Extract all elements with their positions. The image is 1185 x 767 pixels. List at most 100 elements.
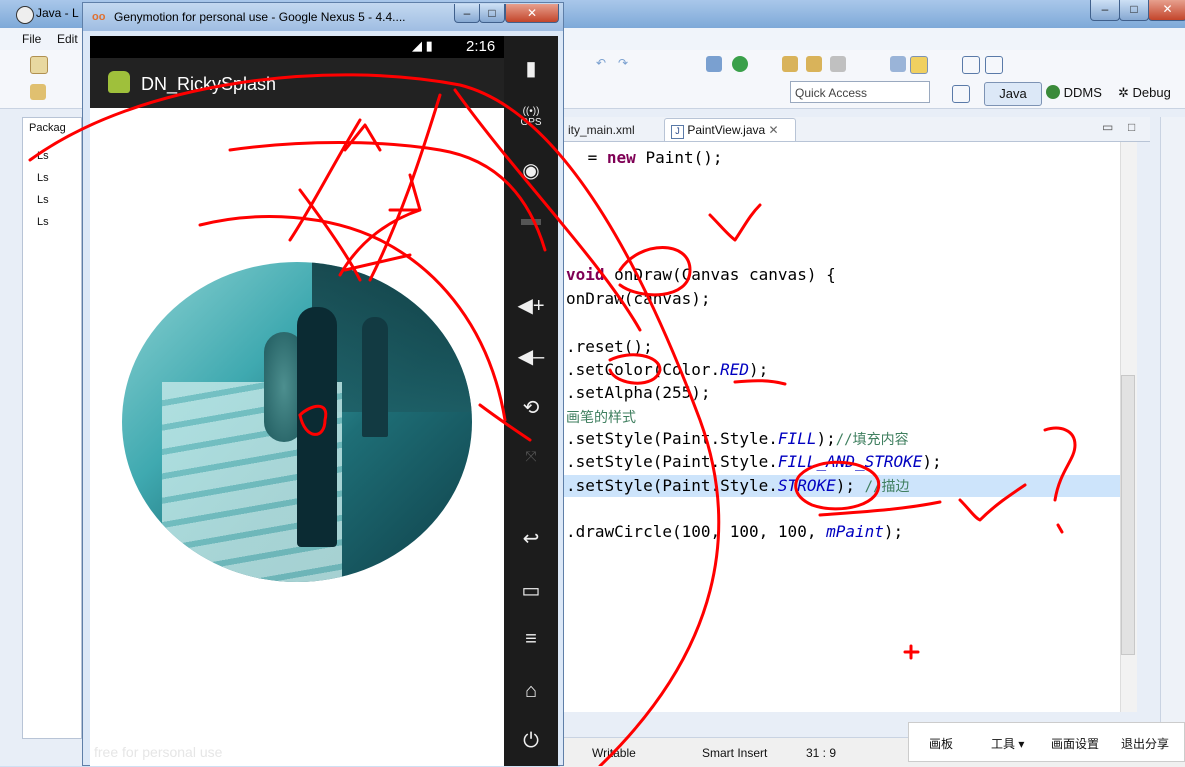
perspective-ddms[interactable]: DDMS	[1046, 82, 1102, 104]
package-explorer-tab[interactable]: Packag	[29, 122, 66, 134]
project-item[interactable]: Ls	[37, 172, 49, 184]
quick-access-input[interactable]: Quick Access	[790, 81, 930, 103]
open-perspective-icon[interactable]	[952, 85, 970, 103]
status-time: 2:16	[466, 38, 496, 55]
code-text: .setStyle(Paint.Style.	[566, 429, 778, 448]
volume-up-icon[interactable]: ◀+	[504, 293, 558, 318]
rotate-icon[interactable]: ⟲	[504, 395, 558, 420]
code-line: .setStyle(Paint.Style.FILL_AND_STROKE);	[566, 452, 942, 471]
genymotion-icon: oo	[92, 11, 106, 23]
eclipse-window-title: Java - L	[36, 6, 79, 20]
maximize-button[interactable]: □	[1119, 0, 1149, 21]
code-comment: 画笔的样式	[566, 410, 636, 426]
search-icon[interactable]	[806, 56, 822, 72]
code-text: .setStyle(Paint.Style.	[566, 476, 778, 495]
right-trim-stack	[1160, 117, 1185, 737]
watermark-text: free for personal use	[94, 744, 223, 760]
menu-icon[interactable]: ≡	[504, 628, 558, 651]
project-item[interactable]: Ls	[37, 216, 49, 228]
minimize-button[interactable]: –	[1090, 0, 1120, 21]
wifi-signal-icon: ◢ ▮	[412, 38, 433, 53]
tab-paintview[interactable]: J PaintView.java ✕	[664, 118, 796, 141]
layout-icon[interactable]	[985, 56, 1003, 74]
toolbar-arrow-icon[interactable]	[30, 84, 46, 100]
debug-icon[interactable]	[706, 56, 722, 72]
pen-icon[interactable]	[830, 56, 846, 72]
code-text: Paint();	[635, 148, 723, 167]
perspective-java[interactable]: Java	[984, 82, 1042, 106]
code-text: );	[816, 429, 836, 448]
recent-apps-icon[interactable]: ▭	[504, 578, 558, 603]
tab-activity-main[interactable]: ity_main.xml	[562, 121, 641, 141]
app-title: DN_RickySplash	[141, 74, 277, 94]
project-item[interactable]: Ls	[37, 194, 49, 206]
pin-icon[interactable]	[890, 56, 906, 72]
code-line: 画笔的样式	[566, 407, 636, 427]
open-type-icon[interactable]	[782, 56, 798, 72]
package-explorer: Packag Ls Ls Ls Ls	[22, 117, 82, 739]
code-line: = new Paint();	[578, 148, 723, 167]
tools-menu-button[interactable]: 工具 ▾	[991, 735, 1024, 752]
code-field: FILL	[777, 429, 817, 448]
webcam-icon[interactable]: ◉	[504, 158, 558, 183]
drawing-board-button[interactable]: 画板	[929, 735, 953, 752]
code-keyword: void	[566, 265, 605, 284]
java-file-icon: J	[671, 125, 684, 139]
code-text: );	[749, 360, 769, 379]
menu-file[interactable]: File	[22, 32, 41, 46]
scroll-thumb[interactable]	[1121, 375, 1135, 655]
close-tab-icon[interactable]: ✕	[769, 123, 779, 137]
screen-settings-button[interactable]: 画面设置	[1051, 735, 1099, 752]
window-icon[interactable]	[962, 56, 980, 74]
media-icon[interactable]: ▬	[504, 208, 558, 231]
minimize-editor-icon[interactable]: ▭	[1102, 120, 1113, 134]
code-keyword: new	[606, 148, 636, 167]
photo-soldier	[362, 317, 388, 437]
code-comment: //填充内容	[835, 432, 909, 448]
tab-paintview-label: PaintView.java	[687, 123, 766, 137]
redo-icon[interactable]: ↷	[618, 56, 634, 72]
volume-down-icon[interactable]: ◀–	[504, 344, 558, 369]
code-text: .setStyle(Paint.Style.	[566, 452, 778, 471]
gps-icon[interactable]: ((•)) GPS	[504, 106, 558, 128]
perspective-debug[interactable]: ✲ Debug	[1118, 82, 1171, 104]
code-line: .setAlpha(255);	[566, 383, 711, 402]
highlight-icon[interactable]	[910, 56, 928, 74]
gps-label: GPS	[520, 117, 542, 128]
status-writable: Writable	[592, 746, 636, 760]
genymotion-close-button[interactable]: ✕	[505, 4, 559, 23]
undo-icon[interactable]: ↶	[596, 56, 612, 72]
power-icon[interactable]: ⏻	[504, 730, 558, 753]
ddms-icon	[1046, 85, 1060, 99]
android-app-icon	[108, 71, 130, 93]
code-line: onDraw(canvas);	[566, 289, 711, 308]
code-text: .setColor(Color.	[566, 360, 721, 379]
code-line: void onDraw(Canvas canvas) {	[566, 265, 836, 284]
genymotion-minimize-button[interactable]: –	[454, 4, 480, 23]
close-button[interactable]: ✕	[1148, 0, 1185, 21]
new-icon[interactable]	[30, 56, 48, 74]
pixel-perfect-icon[interactable]: ⤧	[504, 448, 558, 465]
battery-icon[interactable]: ▮	[504, 56, 558, 81]
code-text: onDraw(Canvas canvas) {	[604, 265, 836, 284]
home-icon[interactable]: ⌂	[504, 680, 558, 703]
code-comment: //描边	[864, 479, 910, 495]
perspective-debug-label: Debug	[1132, 85, 1171, 100]
code-text: );	[922, 452, 942, 471]
perspective-ddms-label: DDMS	[1063, 85, 1102, 100]
bug-icon: ✲	[1118, 85, 1129, 100]
code-line: .reset();	[566, 337, 653, 356]
genymotion-maximize-button[interactable]: □	[479, 4, 505, 23]
back-icon[interactable]: ↩	[504, 526, 558, 551]
maximize-editor-icon[interactable]: □	[1128, 120, 1135, 134]
code-line: .setStyle(Paint.Style.FILL);//填充内容	[566, 429, 909, 449]
circular-photo	[122, 262, 472, 582]
project-item[interactable]: Ls	[37, 150, 49, 162]
exit-share-button[interactable]: 退出分享	[1121, 735, 1169, 752]
eclipse-app-icon	[16, 6, 34, 24]
run-icon[interactable]	[732, 56, 748, 72]
menu-edit[interactable]: Edit	[57, 32, 78, 46]
code-line: .setColor(Color.RED);	[566, 360, 768, 379]
code-editor[interactable]	[560, 142, 1120, 712]
editor-tab-bar	[560, 117, 1150, 142]
